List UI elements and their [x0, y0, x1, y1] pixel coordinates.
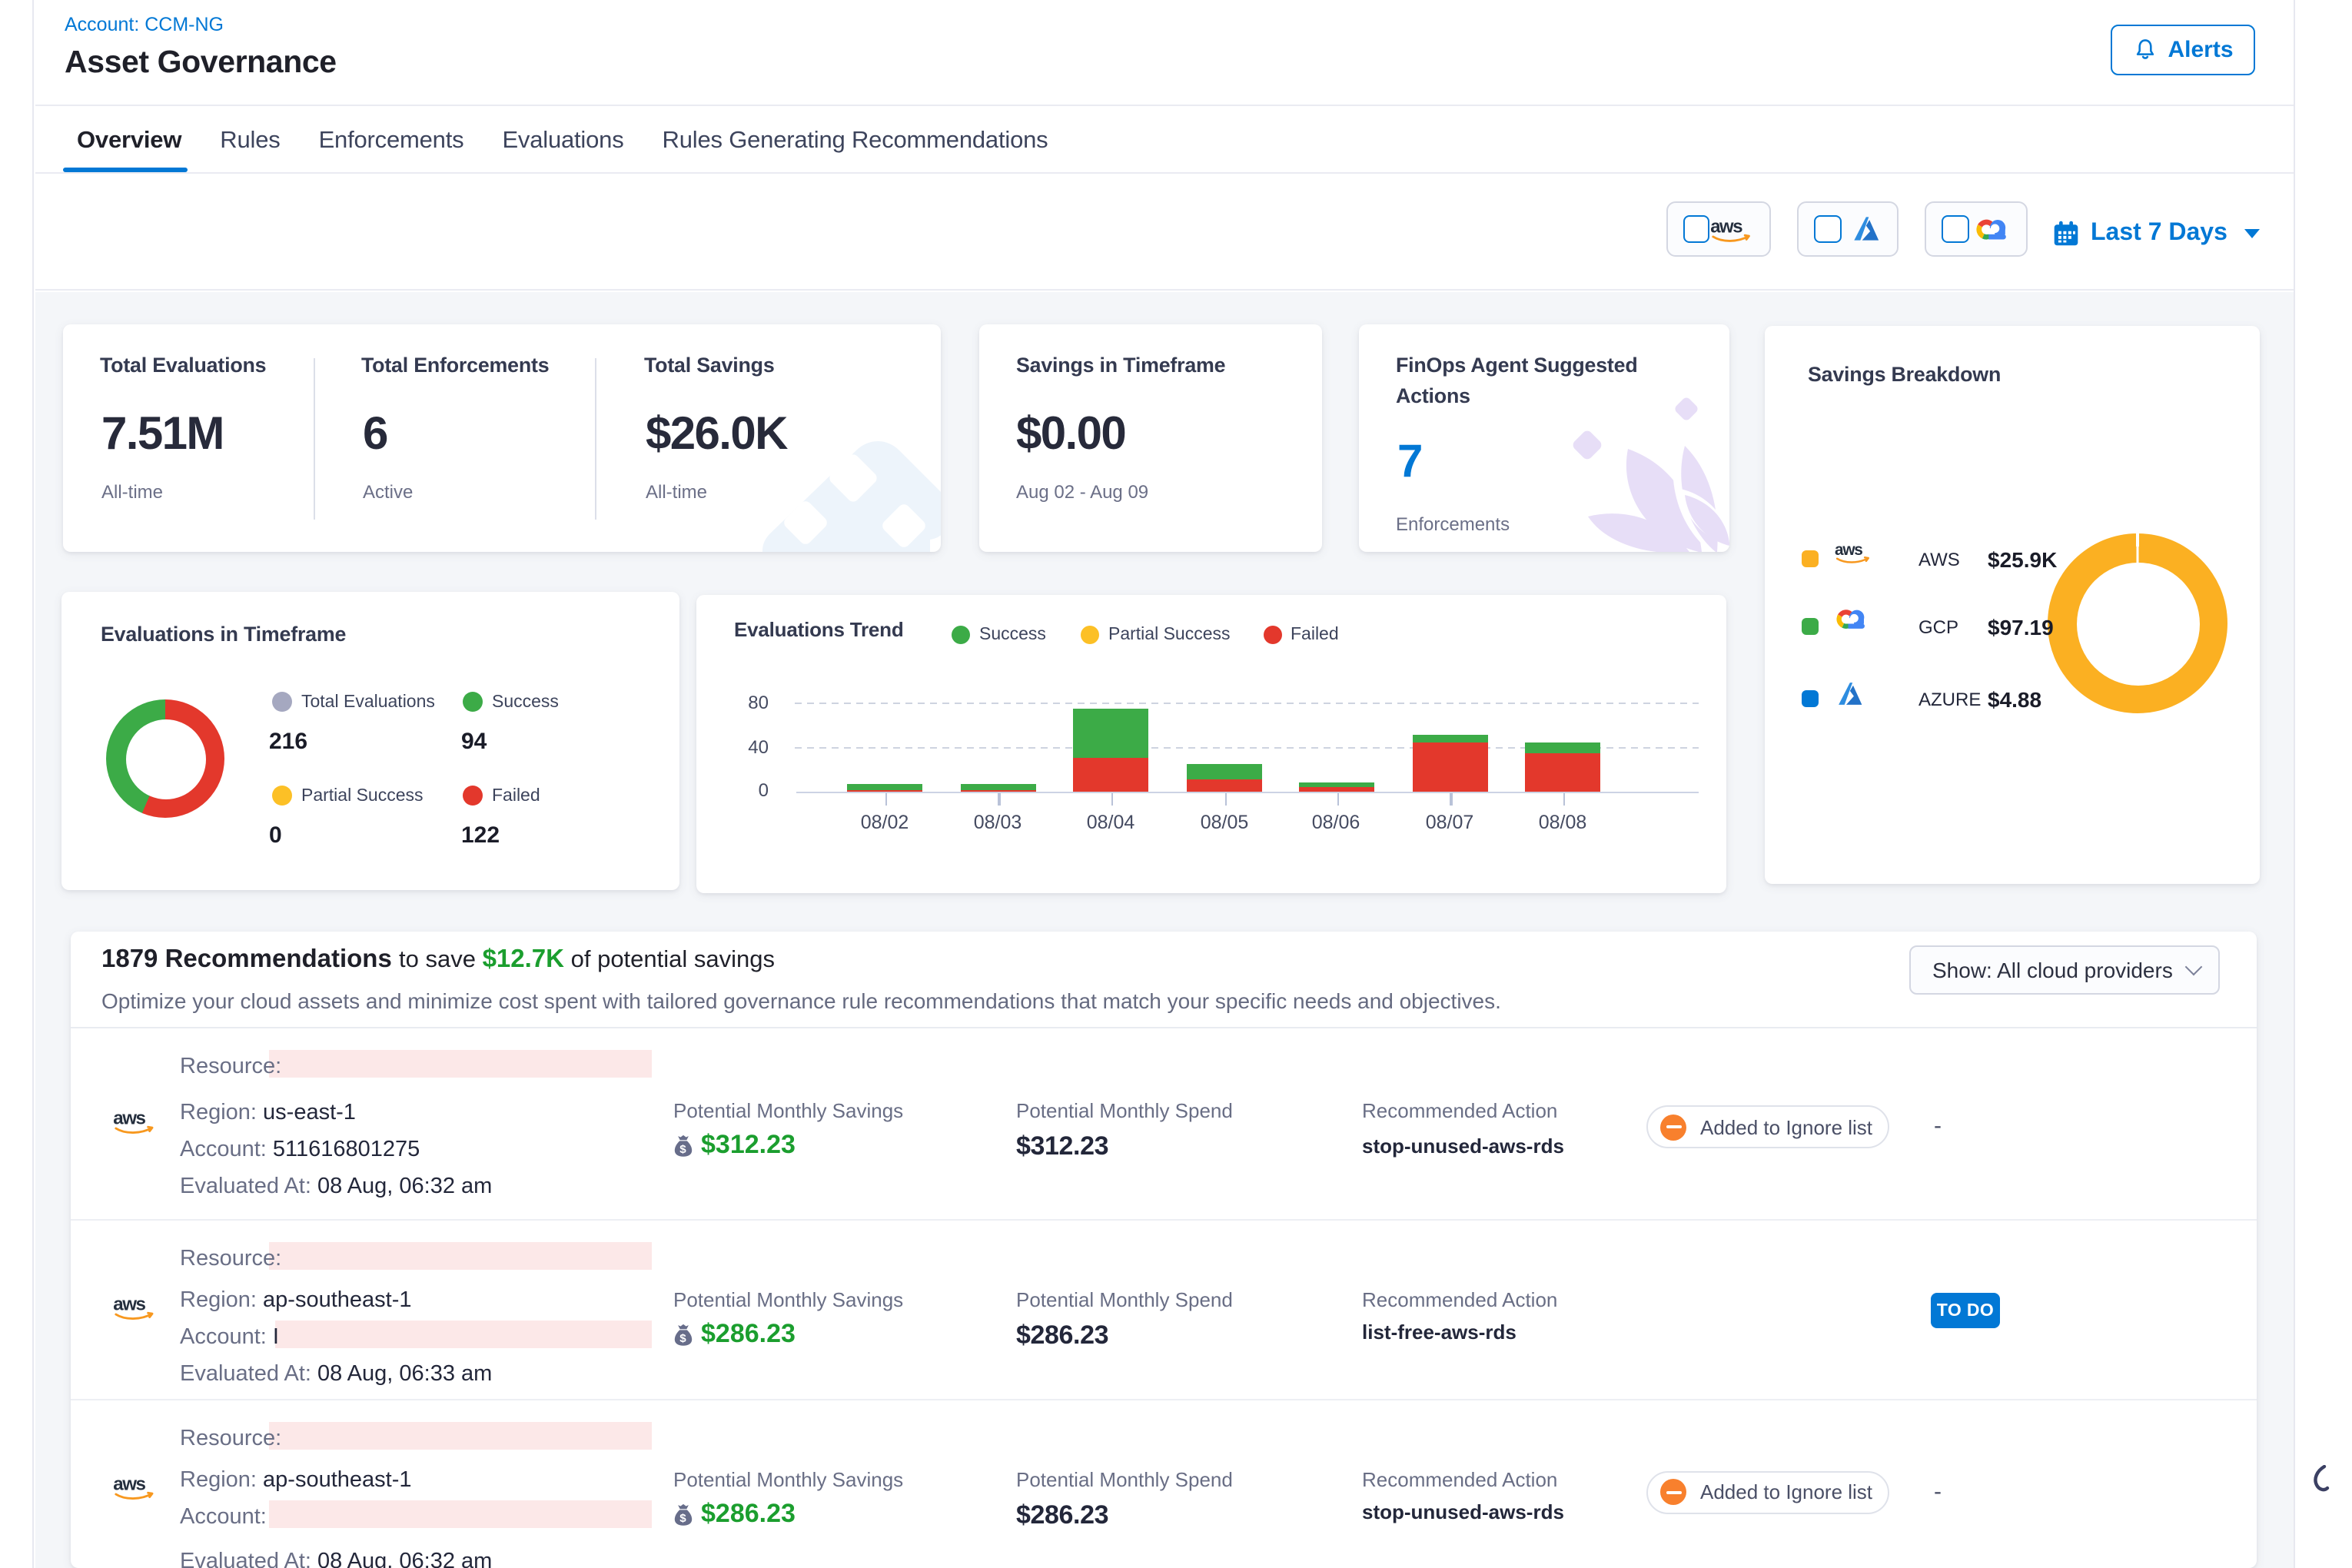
svg-text:aws: aws	[113, 1473, 145, 1494]
svg-text:aws: aws	[1711, 216, 1743, 237]
svg-text:$: $	[679, 1143, 686, 1156]
svg-text:aws: aws	[113, 1108, 145, 1129]
svg-text:$: $	[679, 1332, 686, 1345]
svg-text:aws: aws	[1835, 541, 1862, 559]
svg-text:$: $	[679, 1511, 686, 1524]
svg-text:aws: aws	[113, 1294, 145, 1315]
